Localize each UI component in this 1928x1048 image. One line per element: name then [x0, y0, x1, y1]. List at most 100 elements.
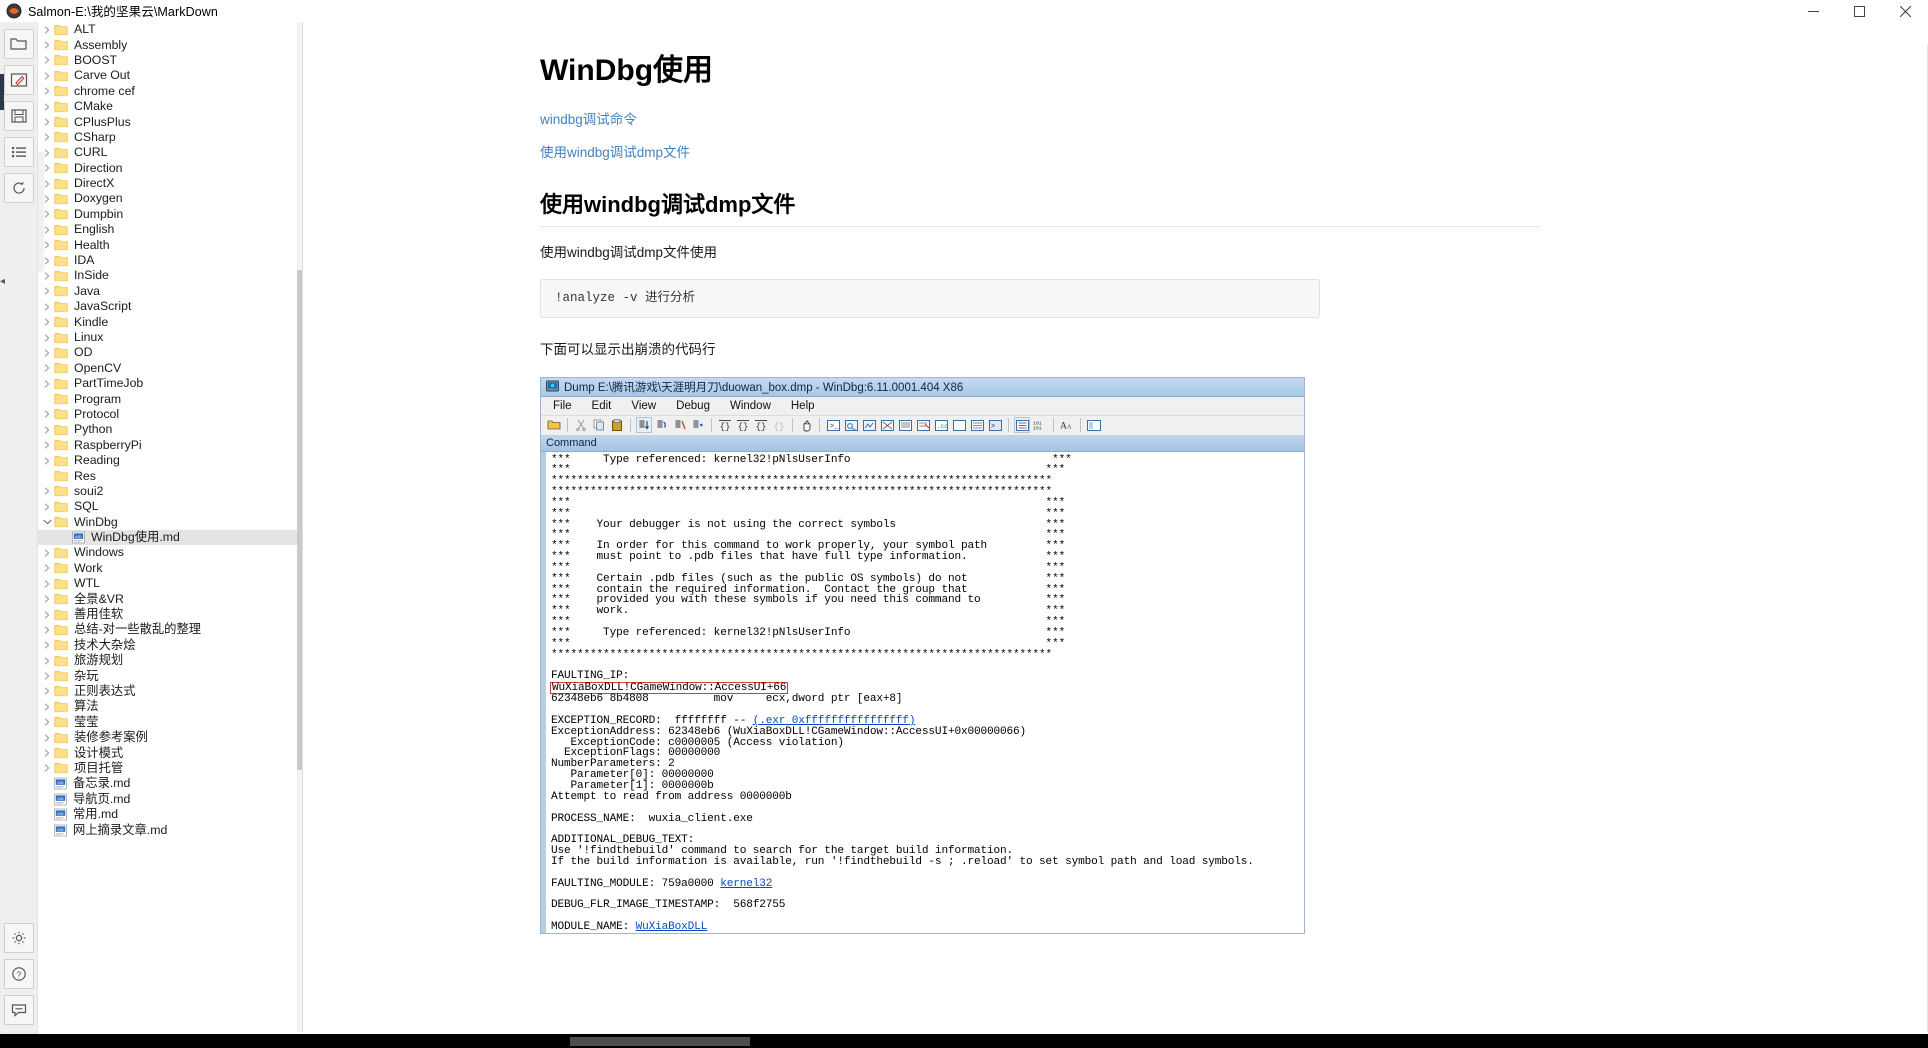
- tree-item-folder[interactable]: Java: [38, 284, 302, 299]
- sidebar-scrollbar-thumb[interactable]: [297, 270, 302, 770]
- chevron-right-icon[interactable]: [40, 380, 54, 388]
- chevron-right-icon[interactable]: [40, 26, 54, 34]
- file-tree-list[interactable]: ALT Assembly BOOST Carve Out chrome cef CMake…: [38, 22, 302, 838]
- tree-item-folder[interactable]: 善用佳软: [38, 607, 302, 622]
- chevron-right-icon[interactable]: [40, 626, 54, 634]
- tree-item-folder[interactable]: CSharp: [38, 130, 302, 145]
- file-explorer-icon[interactable]: [3, 29, 34, 59]
- tree-item-folder[interactable]: Program: [38, 391, 302, 406]
- tree-item-folder[interactable]: 设计模式: [38, 745, 302, 760]
- tree-item-folder[interactable]: WTL: [38, 576, 302, 591]
- tree-item-folder[interactable]: WinDbg: [38, 515, 302, 530]
- tree-item-folder[interactable]: Linux: [38, 330, 302, 345]
- feedback-icon[interactable]: [4, 995, 34, 1025]
- tree-item-folder[interactable]: Python: [38, 422, 302, 437]
- tree-item-folder[interactable]: 杂玩: [38, 668, 302, 683]
- toc-link-2[interactable]: 使用windbg调试dmp文件: [540, 141, 1540, 161]
- tree-item-folder[interactable]: CPlusPlus: [38, 114, 302, 129]
- windbg-menu-help[interactable]: Help: [791, 400, 815, 412]
- tree-item-folder[interactable]: InSide: [38, 268, 302, 283]
- tree-item-folder[interactable]: Carve Out: [38, 68, 302, 83]
- console-hyperlink[interactable]: WuXiaBoxDLL: [636, 921, 708, 933]
- toc-link-1[interactable]: windbg调试命令: [540, 108, 1540, 128]
- tree-item-folder[interactable]: English: [38, 222, 302, 237]
- tree-item-folder[interactable]: Windows: [38, 545, 302, 560]
- tree-item-folder[interactable]: IDA: [38, 253, 302, 268]
- windbg-menu-window[interactable]: Window: [730, 400, 771, 412]
- chevron-right-icon[interactable]: [40, 287, 54, 295]
- chevron-right-icon[interactable]: [40, 303, 54, 311]
- sidebar-scrollbar-track[interactable]: [297, 22, 302, 1032]
- maximize-icon[interactable]: [1836, 0, 1882, 22]
- help-icon[interactable]: ?: [4, 959, 34, 989]
- chevron-right-icon[interactable]: [40, 487, 54, 495]
- chevron-right-icon[interactable]: [40, 734, 54, 742]
- tree-item-folder[interactable]: 正则表达式: [38, 684, 302, 699]
- chevron-right-icon[interactable]: [40, 118, 54, 126]
- chevron-right-icon[interactable]: [40, 41, 54, 49]
- tree-item-folder[interactable]: ALT: [38, 22, 302, 37]
- tree-item-folder[interactable]: Kindle: [38, 314, 302, 329]
- chevron-right-icon[interactable]: [40, 426, 54, 434]
- chevron-right-icon[interactable]: [40, 610, 54, 619]
- chevron-right-icon[interactable]: [40, 364, 54, 372]
- chevron-right-icon[interactable]: [40, 410, 54, 419]
- chevron-right-icon[interactable]: [40, 272, 54, 280]
- markdown-preview-pane[interactable]: WinDbg使用 windbg调试命令 使用windbg调试dmp文件 使用wi…: [304, 22, 1928, 1032]
- chevron-right-icon[interactable]: [40, 749, 54, 757]
- tree-item-folder[interactable]: RaspberryPi: [38, 438, 302, 453]
- tree-item-folder[interactable]: PartTimeJob: [38, 376, 302, 391]
- outline-icon[interactable]: [3, 137, 34, 167]
- chevron-right-icon[interactable]: [40, 72, 54, 80]
- tree-item-folder[interactable]: DirectX: [38, 176, 302, 191]
- chevron-right-icon[interactable]: [40, 441, 54, 449]
- chevron-right-icon[interactable]: [40, 133, 54, 141]
- chevron-right-icon[interactable]: [40, 549, 54, 557]
- file-tree-sidebar[interactable]: ALT Assembly BOOST Carve Out chrome cef CMake…: [38, 22, 303, 1032]
- tree-item-folder[interactable]: Doxygen: [38, 191, 302, 206]
- windbg-menu-file[interactable]: File: [553, 400, 572, 412]
- close-icon[interactable]: [1882, 0, 1928, 22]
- chevron-right-icon[interactable]: [40, 56, 54, 65]
- chevron-right-icon[interactable]: [40, 764, 54, 772]
- tree-item-folder[interactable]: 算法: [38, 699, 302, 714]
- windbg-menu-debug[interactable]: Debug: [676, 400, 710, 412]
- chevron-right-icon[interactable]: [40, 718, 54, 726]
- settings-icon[interactable]: [4, 923, 34, 953]
- tree-item-folder[interactable]: Work: [38, 561, 302, 576]
- chevron-right-icon[interactable]: [40, 687, 54, 696]
- tree-item-folder[interactable]: Assembly: [38, 37, 302, 52]
- tree-item-folder[interactable]: soui2: [38, 484, 302, 499]
- tree-item-folder[interactable]: Protocol: [38, 407, 302, 422]
- tree-item-folder[interactable]: Direction: [38, 161, 302, 176]
- tree-item-folder[interactable]: OpenCV: [38, 361, 302, 376]
- minimize-icon[interactable]: [1790, 0, 1836, 22]
- tree-item-file[interactable]: MD 备忘录.md: [38, 776, 302, 791]
- chevron-right-icon[interactable]: [40, 595, 54, 603]
- tree-item-file[interactable]: MD 常用.md: [38, 807, 302, 822]
- tree-item-folder[interactable]: Res: [38, 468, 302, 483]
- windbg-menu-view[interactable]: View: [631, 400, 656, 412]
- tree-item-folder[interactable]: Reading: [38, 453, 302, 468]
- tree-item-folder[interactable]: 旅游规划: [38, 653, 302, 668]
- tree-item-file[interactable]: MD 导航页.md: [38, 792, 302, 807]
- chevron-right-icon[interactable]: [40, 703, 54, 711]
- tree-item-folder[interactable]: JavaScript: [38, 299, 302, 314]
- chevron-right-icon[interactable]: [40, 457, 54, 465]
- tree-item-folder[interactable]: OD: [38, 345, 302, 360]
- chevron-right-icon[interactable]: [40, 87, 54, 95]
- chevron-right-icon[interactable]: [40, 641, 54, 649]
- tree-item-folder[interactable]: 全景&VR: [38, 591, 302, 606]
- horizontal-scrollbar-thumb[interactable]: [570, 1037, 750, 1046]
- tree-item-folder[interactable]: Dumpbin: [38, 207, 302, 222]
- tree-item-folder[interactable]: BOOST: [38, 53, 302, 68]
- tree-item-folder[interactable]: 技术大杂烩: [38, 638, 302, 653]
- console-hyperlink[interactable]: kernel32: [720, 878, 772, 890]
- save-icon[interactable]: [3, 101, 34, 131]
- chevron-right-icon[interactable]: [40, 503, 54, 511]
- chevron-right-icon[interactable]: [40, 564, 54, 572]
- chevron-right-icon[interactable]: [40, 318, 54, 326]
- chevron-right-icon[interactable]: [40, 349, 54, 357]
- windbg-menu-edit[interactable]: Edit: [592, 400, 612, 412]
- chevron-right-icon[interactable]: [40, 580, 54, 588]
